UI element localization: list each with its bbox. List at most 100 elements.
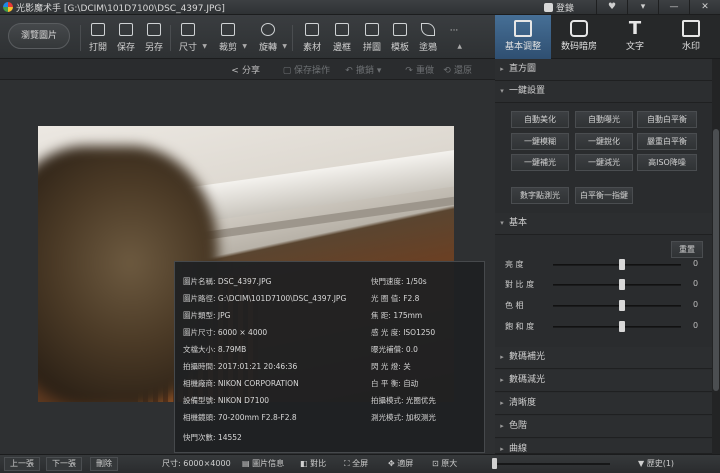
minimize-button[interactable]: — <box>658 0 689 14</box>
info-row: 快門速度: 1/50s <box>371 277 427 286</box>
zoom-slider-knob[interactable] <box>492 458 497 469</box>
fit-screen-button[interactable]: ✥ 適屏 <box>388 458 413 469</box>
doodle-button[interactable]: 塗鴉 <box>412 20 444 54</box>
scrollbar-thumb[interactable] <box>713 129 719 391</box>
image-info-button[interactable]: ▤ 圖片信息 <box>242 458 284 469</box>
fullscreen-icon: ⛶ <box>344 459 353 468</box>
fullscreen-button[interactable]: ⛶ 全屏 <box>344 458 368 469</box>
next-image-button[interactable]: 下一張 <box>46 457 82 471</box>
crop-icon <box>221 23 235 36</box>
browse-images-button[interactable]: 瀏覽圖片 <box>8 23 70 49</box>
chevron-right-icon: ▸ <box>500 376 504 384</box>
save-icon <box>119 23 133 36</box>
section-fill-light[interactable]: ▸ 數碼補光 <box>495 347 712 369</box>
brightness-slider[interactable]: 亮 度0 <box>505 257 705 273</box>
save-operation-button[interactable]: ▢ 保存操作 <box>282 63 330 76</box>
template-icon <box>393 23 407 36</box>
undo-icon: ↶ <box>345 66 353 76</box>
section-levels[interactable]: ▸ 色階 <box>495 416 712 438</box>
frame-icon <box>335 23 349 36</box>
one-click-sharpen-button[interactable]: 一鍵銳化 <box>575 133 633 150</box>
adjust-icon <box>514 20 532 37</box>
zoom-slider[interactable] <box>492 463 610 465</box>
restore-button[interactable]: ⟲ 還原 <box>442 63 472 76</box>
main-toolbar: 瀏覽圖片 打開 保存 另存 尺寸 ▼ 裁剪 ▼ 旋轉 ▼ 素材 邊框 拼圖 模板 塗鴉… <box>0 15 495 59</box>
tab-basic-adjust[interactable]: 基本调整 <box>495 15 551 59</box>
rotate-button[interactable]: 旋轉 ▼ <box>252 20 287 54</box>
tab-digital-darkroom[interactable]: 数码暗房 <box>551 15 607 59</box>
slider-knob[interactable] <box>619 259 625 270</box>
material-button[interactable]: 素材 <box>296 20 328 54</box>
auto-exposure-button[interactable]: 自動曝光 <box>575 111 633 128</box>
section-curves[interactable]: ▸ 曲線 <box>495 439 712 454</box>
chevron-right-icon: ▸ <box>500 422 504 430</box>
chevron-up-icon: ▲ <box>457 43 462 50</box>
delete-button[interactable]: 刪除 <box>90 457 118 471</box>
right-panel-tabs: 基本调整 数码暗房 T 文字 水印 <box>495 15 720 59</box>
high-iso-denoise-button[interactable]: 高ISO降噪 <box>637 154 697 171</box>
doodle-icon <box>421 23 435 36</box>
section-reduce-light[interactable]: ▸ 數碼減光 <box>495 370 712 392</box>
redo-icon: ↷ <box>405 66 413 76</box>
slider-knob[interactable] <box>619 279 625 290</box>
one-click-fill-light-button[interactable]: 一鍵補光 <box>511 154 569 171</box>
chevron-right-icon: ▸ <box>500 399 504 407</box>
share-icon: < <box>231 66 239 76</box>
tab-watermark[interactable]: 水印 <box>663 15 719 59</box>
edit-action-bar: < 分享 ▢ 保存操作 ↶ 撤銷 ▾ ↷ 重做 ⟲ 還原 <box>0 59 495 80</box>
history-button[interactable]: ▼ 歷史(1) <box>638 458 674 469</box>
info-row: 圖片路徑: G:\DCIM\101D7100\DSC_4397.JPG <box>183 294 347 303</box>
slider-knob[interactable] <box>619 321 625 332</box>
previous-image-button[interactable]: 上一張 <box>4 457 40 471</box>
info-row: 相機鏡頭: 70-200mm F2.8-F2.8 <box>183 413 297 422</box>
toolbar-divider <box>292 25 293 51</box>
toolbar-divider <box>170 25 171 51</box>
share-button[interactable]: < 分享 <box>230 63 260 76</box>
image-info-icon: ▤ <box>242 459 253 468</box>
contrast-slider[interactable]: 對 比 度0 <box>505 277 705 293</box>
info-row: 圖片類型: JPG <box>183 311 231 320</box>
resize-button[interactable]: 尺寸 ▼ <box>172 20 207 54</box>
rotate-icon <box>261 23 275 36</box>
more-tools-button[interactable]: ··· ▲ <box>444 20 464 54</box>
save-as-button[interactable]: 另存 <box>138 20 170 54</box>
white-balance-picker-button[interactable]: 白平衡一指鍵 <box>575 187 633 204</box>
section-one-click[interactable]: ▾ 一鍵設置 <box>495 81 712 103</box>
one-click-blur-button[interactable]: 一鍵模糊 <box>511 133 569 150</box>
hue-slider[interactable]: 色 相0 <box>505 298 705 314</box>
info-row: 光 圈 值: F2.8 <box>371 294 420 303</box>
auto-white-balance-button[interactable]: 自動白平衡 <box>637 111 697 128</box>
tab-text[interactable]: T 文字 <box>607 15 663 59</box>
info-row: 文檔大小: 8.79MB <box>183 345 247 354</box>
original-size-button[interactable]: ⊡ 原大 <box>432 458 457 469</box>
one-click-reduce-light-button[interactable]: 一鍵減光 <box>575 154 633 171</box>
close-button[interactable]: ✕ <box>689 0 720 14</box>
chevron-down-icon: ▼ <box>202 43 207 50</box>
reset-button[interactable]: 重置 <box>671 241 703 258</box>
info-row: 焦 距: 175mm <box>371 311 423 320</box>
open-icon <box>91 23 105 36</box>
spot-metering-button[interactable]: 數字點測光 <box>511 187 569 204</box>
saturation-slider[interactable]: 飽 和 度0 <box>505 319 705 335</box>
info-row: 感 光 度: ISO1250 <box>371 328 436 337</box>
section-basic[interactable]: ▾ 基本 <box>495 213 712 235</box>
info-row: 閃 光 燈: 关 <box>371 362 411 371</box>
section-clarity[interactable]: ▸ 清晰度 <box>495 393 712 415</box>
disk-icon: ▢ <box>282 66 292 76</box>
crop-button[interactable]: 裁剪 ▼ <box>212 20 247 54</box>
menu-dropdown-button[interactable]: ▾ <box>627 0 658 14</box>
material-icon <box>305 23 319 36</box>
auto-beautify-button[interactable]: 自動美化 <box>511 111 569 128</box>
undo-button[interactable]: ↶ 撤銷 ▾ <box>344 63 381 76</box>
section-histogram[interactable]: ▸ 直方圖 <box>495 59 712 81</box>
redo-button[interactable]: ↷ 重做 <box>404 63 434 76</box>
login-button[interactable]: 登錄 <box>544 1 574 14</box>
frame-button[interactable]: 邊框 <box>326 20 358 54</box>
favorite-button[interactable]: ♥ <box>596 0 627 14</box>
chevron-down-icon: ▾ <box>500 219 504 227</box>
slider-knob[interactable] <box>619 300 625 311</box>
strict-white-balance-button[interactable]: 嚴重白平衡 <box>637 133 697 150</box>
compare-button[interactable]: ◧ 對比 <box>300 458 326 469</box>
panel-scrollbar[interactable] <box>712 59 720 454</box>
collage-icon <box>365 23 379 36</box>
